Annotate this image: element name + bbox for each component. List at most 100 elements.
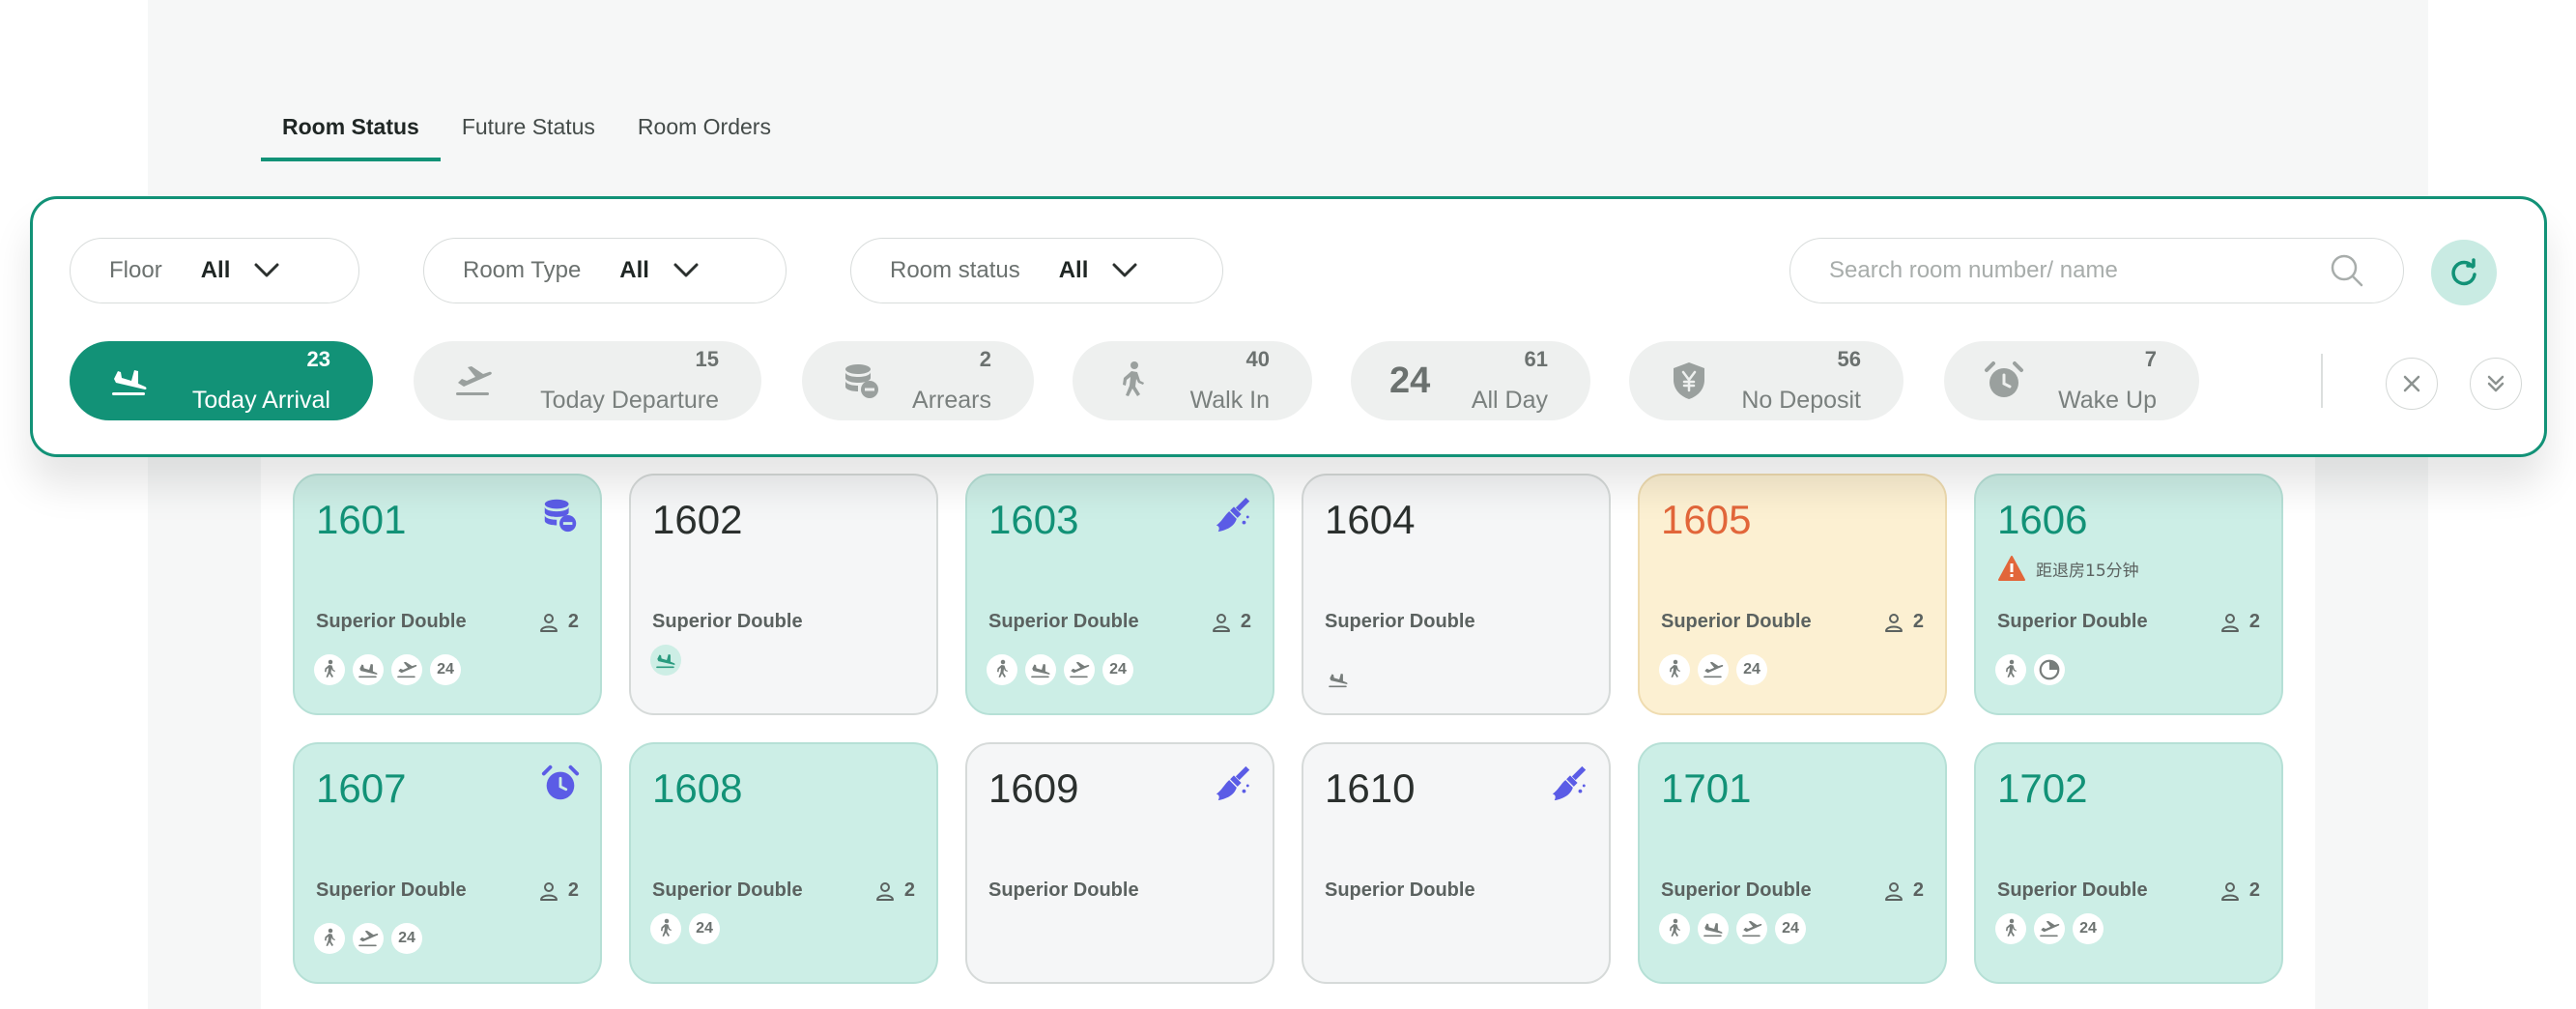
room-tags xyxy=(650,645,681,676)
room-status-select[interactable]: Room status All xyxy=(850,238,1223,303)
tab-future-status[interactable]: Future Status xyxy=(441,114,616,161)
chip-walk-in[interactable]: 40 Walk In xyxy=(1073,341,1312,420)
room-card[interactable]: 1606 距退房15分钟 Superior Double 2 xyxy=(1974,474,2283,715)
guest-count-value: 2 xyxy=(1912,611,1924,632)
room-card[interactable]: 1608 Superior Double 2 24 xyxy=(629,742,938,984)
room-type: Superior Double xyxy=(1325,611,1475,632)
person-icon xyxy=(875,881,894,901)
guest-count: 2 xyxy=(2220,879,2260,902)
guest-count-value: 2 xyxy=(2248,611,2260,632)
room-type: Superior Double xyxy=(652,879,803,901)
room-status-select-value: All xyxy=(1058,257,1089,283)
departure-icon xyxy=(1698,654,1729,685)
departure-icon xyxy=(353,923,384,954)
broom-icon xyxy=(1213,764,1253,804)
chip-label: No Deposit xyxy=(1741,387,1861,414)
all-day-24-icon: 24 xyxy=(391,923,422,954)
room-tags: 24 xyxy=(314,654,461,685)
guest-count-value: 2 xyxy=(567,879,579,901)
refresh-icon xyxy=(2451,258,2476,286)
chip-count: 7 xyxy=(2144,347,2157,371)
chip-arrears[interactable]: 2 Arrears xyxy=(802,341,1034,420)
chip-label: Today Arrival xyxy=(191,387,330,414)
chip-today-departure[interactable]: 15 Today Departure xyxy=(414,341,761,420)
room-card[interactable]: 1702 Superior Double 2 24 xyxy=(1974,742,2283,984)
room-type-select-label: Room Type xyxy=(463,257,582,283)
alarm-icon xyxy=(540,764,581,804)
arrival-icon xyxy=(1323,664,1354,695)
room-card[interactable]: 1603 Superior Double 2 24 xyxy=(965,474,1274,715)
walk-icon xyxy=(1995,654,2026,685)
room-tags: 24 xyxy=(1995,913,2104,944)
room-card[interactable]: 1601 Superior Double 2 24 xyxy=(293,474,602,715)
floor-select[interactable]: Floor All xyxy=(70,238,359,303)
guest-count-value: 2 xyxy=(1240,611,1251,632)
double-chevron-down-icon xyxy=(2487,375,2504,392)
guest-count: 2 xyxy=(1884,879,1924,902)
tab-room-status[interactable]: Room Status xyxy=(261,114,441,161)
guest-count: 2 xyxy=(2220,611,2260,633)
close-icon xyxy=(2403,375,2420,392)
room-number: 1602 xyxy=(652,497,743,542)
room-number: 1702 xyxy=(1997,765,2088,811)
guest-count: 2 xyxy=(539,879,579,902)
search-input[interactable] xyxy=(1829,257,2330,284)
room-type: Superior Double xyxy=(1325,879,1475,901)
room-type: Superior Double xyxy=(988,879,1139,901)
room-card[interactable]: 1609 Superior Double xyxy=(965,742,1274,984)
coins-icon xyxy=(540,495,581,535)
room-number: 1607 xyxy=(316,765,407,811)
guest-count: 2 xyxy=(1212,611,1251,633)
room-number: 1601 xyxy=(316,497,407,542)
room-type: Superior Double xyxy=(1661,879,1812,901)
room-number: 1606 xyxy=(1997,497,2088,542)
refresh-button[interactable] xyxy=(2431,240,2497,305)
chip-today-arrival[interactable]: 23 Today Arrival xyxy=(70,341,373,420)
room-card[interactable]: 1701 Superior Double 2 24 xyxy=(1638,742,1947,984)
room-card[interactable]: 1602 Superior Double xyxy=(629,474,938,715)
chip-label: Today Departure xyxy=(540,387,719,414)
room-type-select[interactable]: Room Type All xyxy=(423,238,787,303)
search-icon[interactable] xyxy=(2330,253,2364,288)
tab-room-orders[interactable]: Room Orders xyxy=(616,114,792,161)
chip-count: 56 xyxy=(1837,347,1861,371)
room-type: Superior Double xyxy=(1997,611,2148,632)
guest-count-value: 2 xyxy=(567,611,579,632)
chevron-down-icon xyxy=(254,263,279,277)
chip-all-day[interactable]: 24 61 All Day xyxy=(1351,341,1590,420)
floor-select-value: All xyxy=(200,257,231,283)
room-tags: 24 xyxy=(650,913,720,944)
guest-count-value: 2 xyxy=(903,879,915,901)
chip-count: 2 xyxy=(979,347,991,371)
checkout-warning-text: 距退房15分钟 xyxy=(2036,561,2139,581)
chip-count: 61 xyxy=(1524,347,1548,371)
walk-icon xyxy=(1659,913,1690,944)
room-tags: 24 xyxy=(1659,913,1806,944)
clear-filters-button[interactable] xyxy=(2386,358,2438,410)
floor-select-label: Floor xyxy=(109,257,162,283)
alarm-icon xyxy=(1985,361,2023,397)
filter-panel: Floor All Room Type All Room status All … xyxy=(30,196,2547,457)
person-icon xyxy=(1884,613,1903,632)
room-type: Superior Double xyxy=(316,879,467,901)
chip-wake-up[interactable]: 7 Wake Up xyxy=(1944,341,2199,420)
pie-icon xyxy=(2034,654,2065,685)
expand-filters-button[interactable] xyxy=(2470,358,2522,410)
chip-no-deposit[interactable]: 56 No Deposit xyxy=(1629,341,1903,420)
room-number: 1604 xyxy=(1325,497,1416,542)
room-number: 1610 xyxy=(1325,765,1416,811)
room-type: Superior Double xyxy=(988,611,1139,632)
walk-icon xyxy=(650,913,681,944)
room-card[interactable]: 1607 Superior Double 2 24 xyxy=(293,742,602,984)
room-card[interactable]: 1605 Superior Double 2 24 xyxy=(1638,474,1947,715)
room-card[interactable]: 1604 Superior Double xyxy=(1302,474,1611,715)
room-status-select-label: Room status xyxy=(890,257,1020,283)
person-icon xyxy=(2220,613,2239,632)
divider xyxy=(2321,354,2323,408)
person-icon xyxy=(539,881,558,901)
walk-icon xyxy=(1123,361,1144,396)
walk-icon xyxy=(314,923,345,954)
room-card[interactable]: 1610 Superior Double xyxy=(1302,742,1611,984)
room-tags: 24 xyxy=(314,923,422,954)
arrival-icon xyxy=(1698,913,1729,944)
